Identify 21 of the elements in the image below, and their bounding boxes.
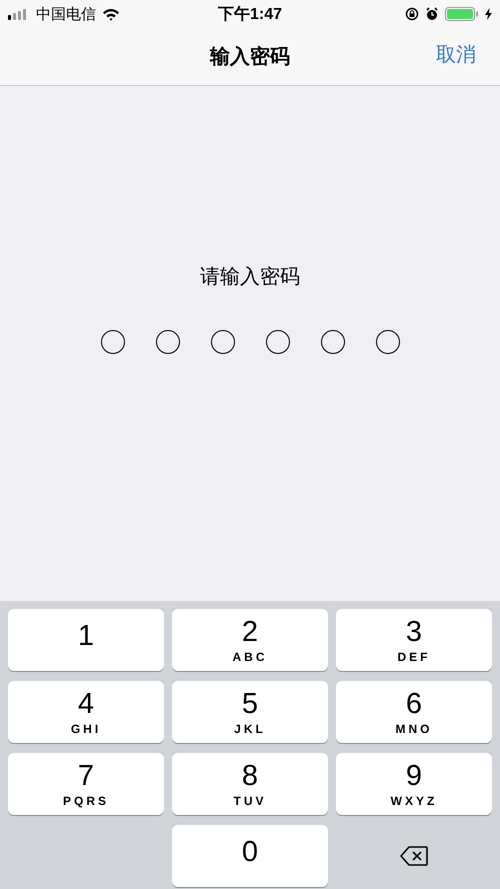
digit-key[interactable]: 5 JKL <box>172 681 328 743</box>
cancel-button[interactable]: 取消 <box>436 41 476 68</box>
wifi-icon <box>102 8 120 20</box>
rotation-lock-icon <box>405 7 419 21</box>
digit-key[interactable]: 1 <box>8 609 164 671</box>
digit-key[interactable]: 7 PQRS <box>8 753 164 815</box>
digit-key[interactable]: 0 <box>172 825 328 887</box>
battery-icon <box>445 7 479 21</box>
digit-key[interactable]: 2 ABC <box>172 609 328 671</box>
digit-key[interactable]: 4 GHI <box>8 681 164 743</box>
prompt-text: 请输入密码 <box>200 265 300 290</box>
charging-icon <box>485 8 492 20</box>
digit-key[interactable]: 3 DEF <box>336 609 492 671</box>
digit-key[interactable]: 9 WXYZ <box>336 753 492 815</box>
delete-icon <box>400 846 428 866</box>
alarm-icon <box>425 7 439 21</box>
nav-title: 输入密码 <box>210 44 290 70</box>
digit-key[interactable]: 8 TUV <box>172 753 328 815</box>
digit-key[interactable]: 6 MNO <box>336 681 492 743</box>
carrier-name: 中国电信 <box>36 4 96 24</box>
status-time: 下午1:47 <box>216 4 284 24</box>
